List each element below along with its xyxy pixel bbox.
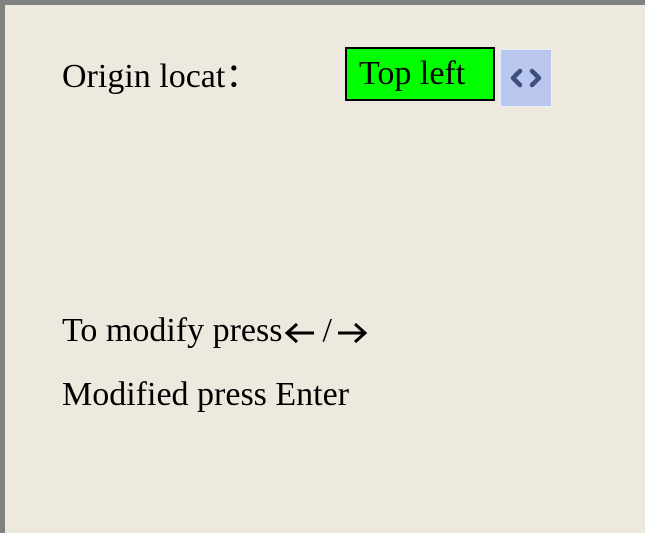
modify-hint-text: To modify press (62, 312, 283, 349)
enter-hint: Modified press Enter (62, 376, 350, 413)
modify-hint: To modify press / (62, 311, 369, 351)
arrow-left-icon (284, 323, 314, 344)
arrow-right-icon (337, 323, 368, 344)
arrow-separator: / (322, 312, 332, 349)
left-right-chevrons-icon (510, 68, 542, 88)
lcd-screen: Origin locat： Top left To modify press /… (0, 0, 645, 533)
origin-location-label: Origin locat： (62, 58, 260, 95)
origin-location-stepper[interactable] (500, 49, 552, 107)
origin-location-value[interactable]: Top left (345, 47, 495, 101)
